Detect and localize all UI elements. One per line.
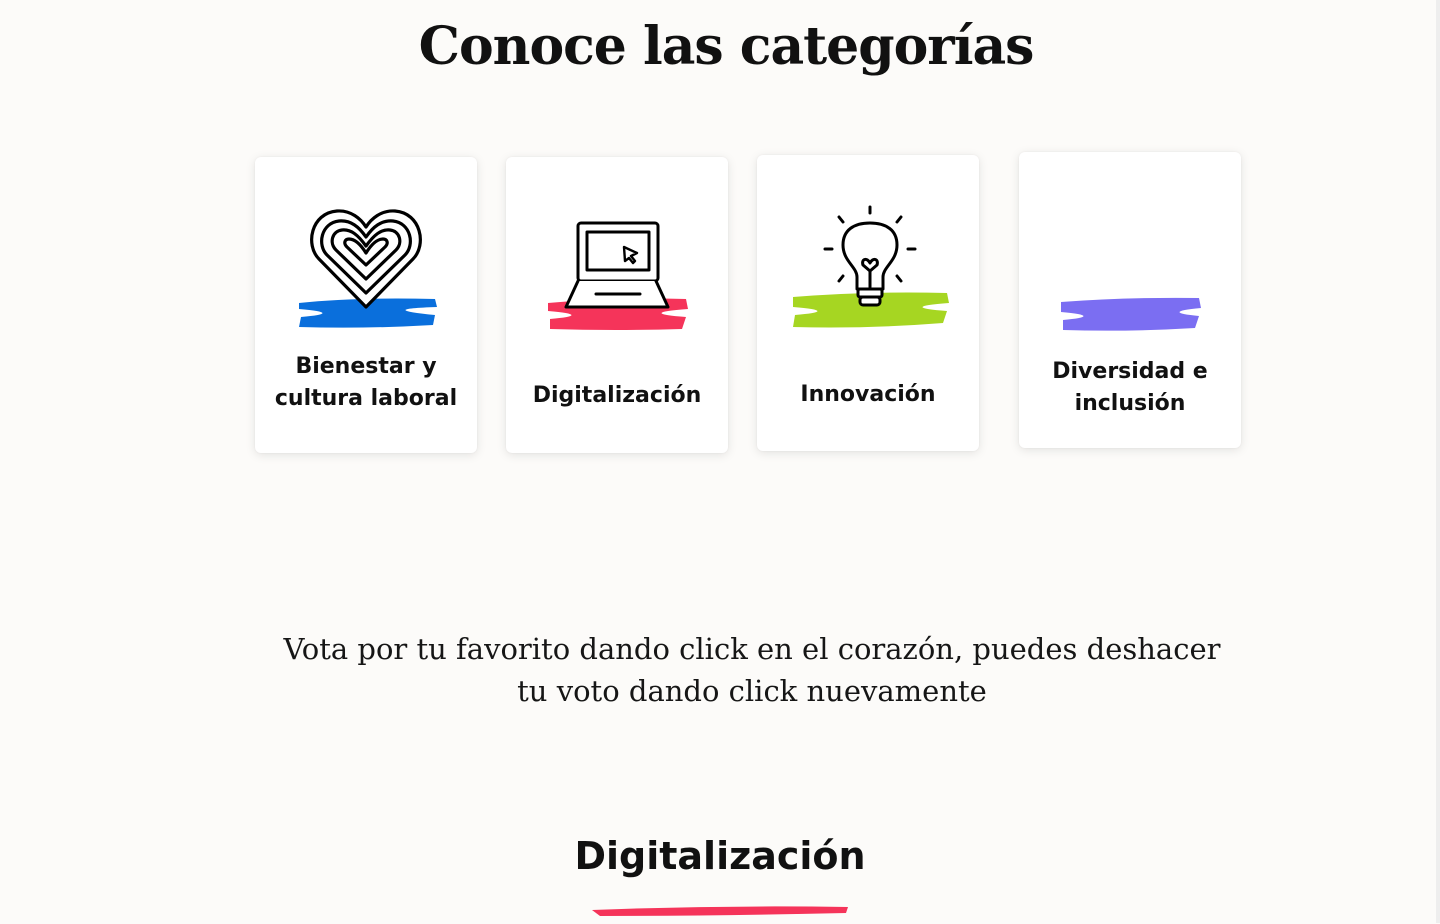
category-card-diversidad[interactable]: Diversidad e inclusión: [1019, 152, 1241, 448]
category-art: [1061, 297, 1201, 331]
category-label: Bienestar y cultura laboral: [265, 351, 467, 415]
category-card-innovacion[interactable]: Innovación: [757, 155, 979, 451]
category-label: Diversidad e inclusión: [1029, 356, 1231, 420]
category-art: [548, 221, 688, 330]
laptop-icon: [564, 221, 670, 309]
section-underline: [592, 906, 848, 916]
voting-instructions: Vota por tu favorito dando click en el c…: [283, 632, 1221, 708]
scrollbar[interactable]: [1436, 0, 1440, 923]
category-label: Digitalización: [532, 383, 702, 408]
section-title: Digitalización: [574, 834, 866, 878]
category-label-line1: Bienestar y: [295, 354, 437, 379]
category-label-line2: inclusión: [1074, 391, 1186, 416]
category-label-line1: Diversidad e: [1052, 359, 1208, 384]
page-title: Conoce las categorías: [418, 16, 1035, 77]
lightbulb-icon: [823, 205, 917, 307]
category-art: [299, 209, 437, 328]
category-label: Innovación: [800, 382, 936, 407]
category-card-bienestar[interactable]: Bienestar y cultura laboral: [255, 157, 477, 453]
category-card-digitalizacion[interactable]: Digitalización: [506, 157, 728, 453]
category-label-line2: cultura laboral: [274, 386, 458, 411]
brush-stroke: [1061, 297, 1201, 331]
category-art: [793, 205, 949, 328]
heart-icon: [310, 209, 422, 309]
